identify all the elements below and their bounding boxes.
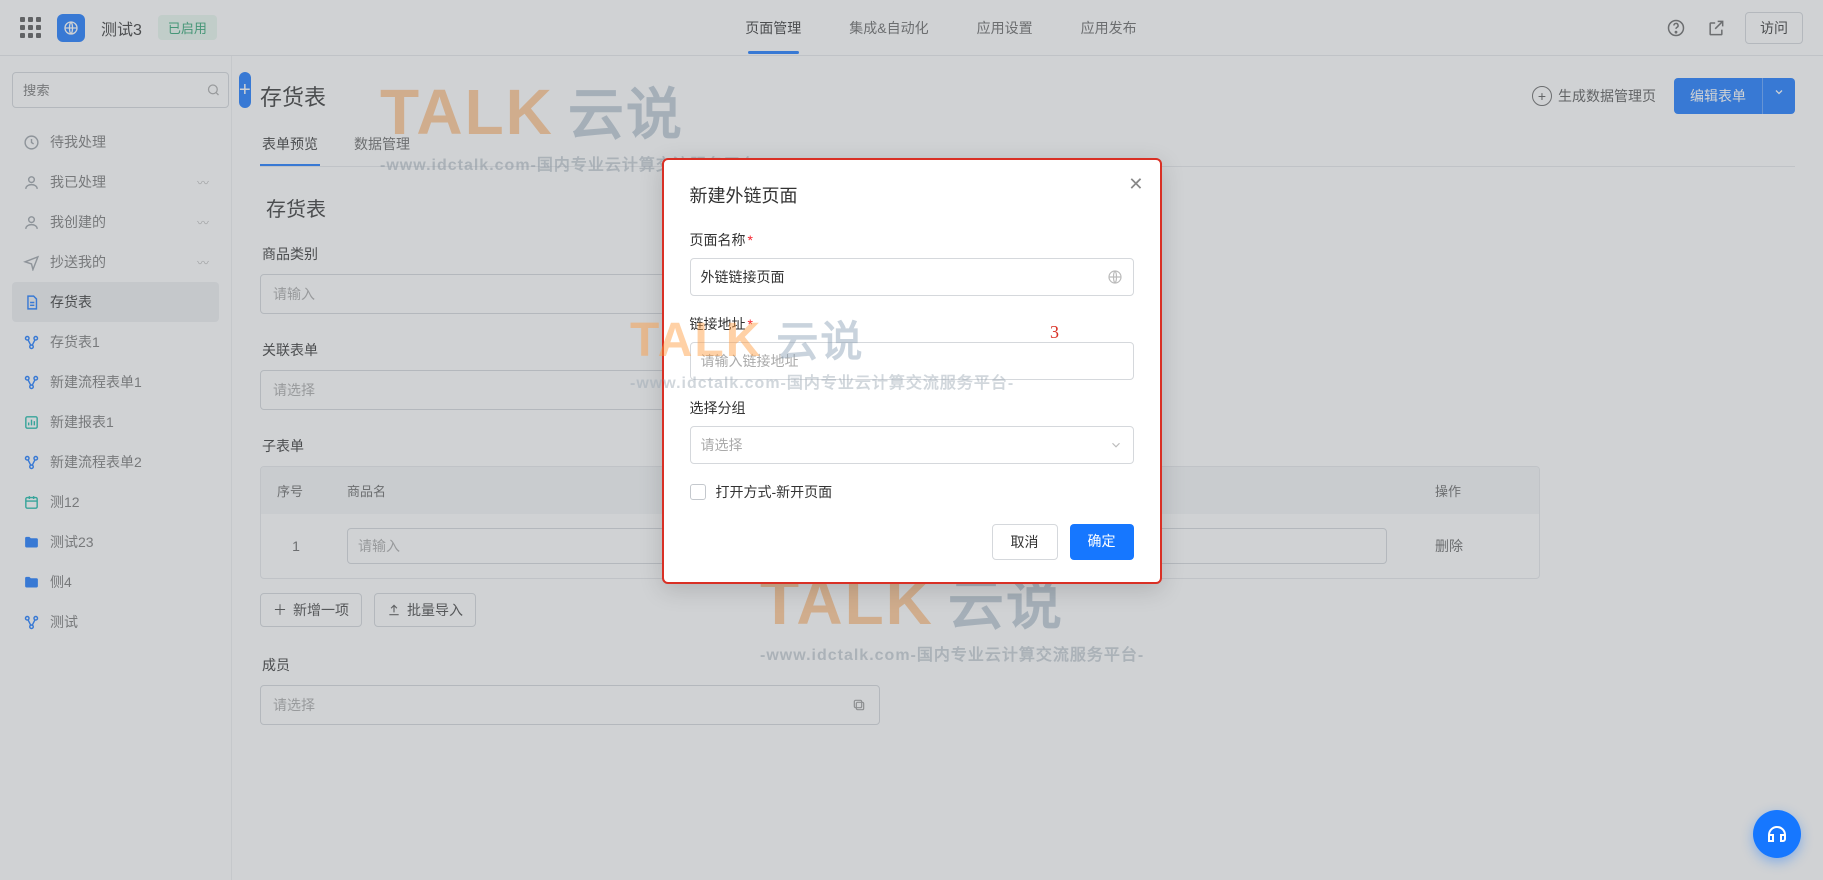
checkbox-icon	[690, 484, 706, 500]
modal-name-input[interactable]: 外链链接页面	[690, 258, 1134, 296]
annotation-number: 3	[1050, 322, 1059, 343]
chevron-down-icon	[1109, 438, 1123, 452]
modal-confirm-button[interactable]: 确定	[1070, 524, 1134, 560]
globe-icon	[1107, 269, 1123, 285]
headset-icon	[1765, 822, 1789, 846]
modal-group-label: 选择分组	[690, 398, 1134, 418]
new-external-link-modal: ✕ 新建外链页面 页面名称* 外链链接页面 链接地址* 请输入链接地址 选择分组…	[662, 158, 1162, 584]
support-fab[interactable]	[1753, 810, 1801, 858]
modal-name-label: 页面名称*	[690, 230, 1134, 250]
modal-container: ✕ 新建外链页面 页面名称* 外链链接页面 链接地址* 请输入链接地址 选择分组…	[0, 0, 1823, 880]
modal-group-select[interactable]: 请选择	[690, 426, 1134, 464]
modal-close-button[interactable]: ✕	[1128, 174, 1143, 195]
modal-cancel-button[interactable]: 取消	[992, 524, 1058, 560]
modal-url-input[interactable]: 请输入链接地址	[690, 342, 1134, 380]
modal-title: 新建外链页面	[690, 182, 1134, 208]
modal-url-label: 链接地址*	[690, 314, 1134, 334]
modal-open-mode-checkbox[interactable]: 打开方式-新开页面	[690, 482, 1134, 502]
